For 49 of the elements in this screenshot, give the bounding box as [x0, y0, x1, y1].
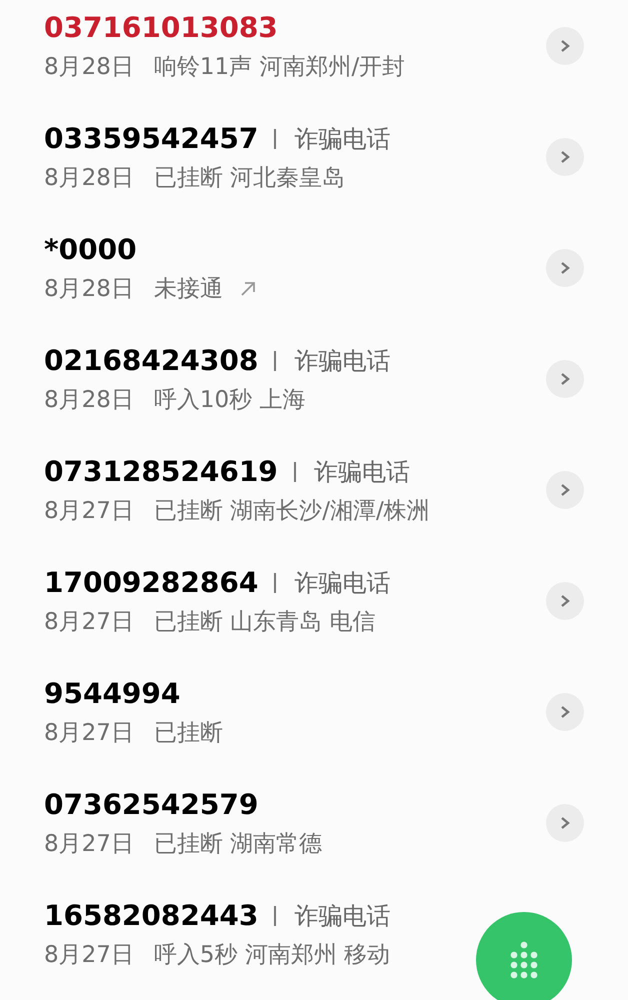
call-detail: 未接通 [154, 274, 223, 304]
details-button[interactable] [546, 692, 584, 730]
details-button[interactable] [546, 26, 584, 64]
spam-label: 诈骗电话 [294, 454, 410, 490]
call-date: 8月28日 [44, 274, 134, 304]
phone-number: 17009282864 [44, 564, 258, 600]
phone-number: 037161013083 [44, 10, 278, 46]
call-date: 8月27日 [44, 940, 134, 970]
spam-label: 诈骗电话 [274, 342, 390, 378]
phone-number: *0000 [44, 232, 137, 268]
phone-number: 02168424308 [44, 342, 258, 378]
spam-label: 诈骗电话 [274, 564, 390, 600]
call-date: 8月27日 [44, 718, 134, 748]
details-button[interactable] [546, 582, 584, 620]
chevron-right-icon [559, 372, 571, 386]
call-detail: 呼入10秒 上海 [154, 386, 306, 414]
call-detail: 已挂断 山东青岛 电信 [154, 608, 376, 636]
details-button[interactable] [546, 360, 584, 398]
details-button[interactable] [546, 470, 584, 508]
chevron-right-icon [559, 260, 571, 274]
details-button[interactable] [546, 248, 584, 286]
chevron-right-icon [559, 482, 571, 496]
call-detail: 已挂断 湖南常德 [154, 830, 322, 858]
call-date: 8月28日 [44, 164, 134, 192]
chevron-right-icon [559, 38, 571, 52]
call-date: 8月28日 [44, 52, 134, 82]
details-button[interactable] [546, 138, 584, 176]
call-detail: 呼入5秒 河南郑州 移动 [154, 940, 390, 970]
spam-label: 诈骗电话 [274, 898, 390, 934]
phone-number: 9544994 [44, 676, 180, 712]
chevron-right-icon [559, 704, 571, 718]
call-detail: 已挂断 河北秦皇岛 [154, 164, 346, 192]
phone-number: 073128524619 [44, 454, 278, 490]
details-button[interactable] [546, 804, 584, 842]
call-detail: 已挂断 湖南长沙/湘潭/株洲 [154, 496, 430, 526]
phone-number: 07362542579 [44, 786, 258, 822]
call-detail: 已挂断 [154, 718, 223, 748]
call-date: 8月27日 [44, 830, 134, 858]
chevron-right-icon [559, 594, 571, 608]
phone-number: 03359542457 [44, 120, 258, 156]
call-date: 8月27日 [44, 608, 134, 636]
spam-label: 诈骗电话 [274, 120, 390, 156]
phone-number: 16582082443 [44, 898, 258, 934]
chevron-right-icon [559, 150, 571, 164]
dialpad-icon [509, 940, 539, 980]
chevron-right-icon [559, 816, 571, 830]
call-date: 8月28日 [44, 386, 134, 414]
call-detail: 响铃11声 河南郑州/开封 [154, 52, 406, 82]
call-date: 8月27日 [44, 496, 134, 526]
